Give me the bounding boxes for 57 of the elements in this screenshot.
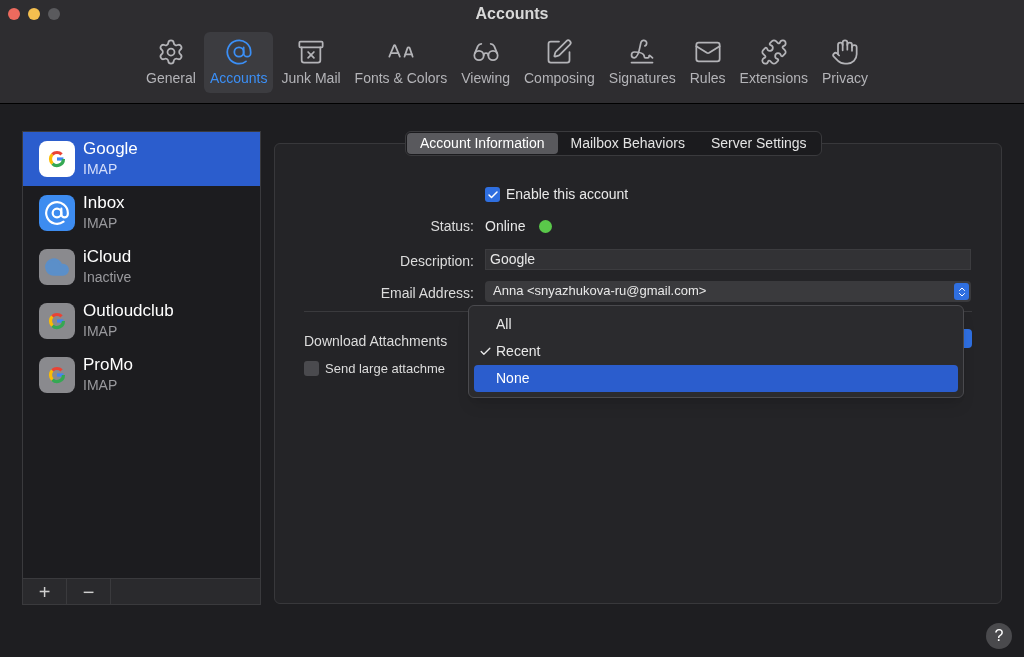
toolbar-tab[interactable]: Rules <box>683 32 732 93</box>
account-item[interactable]: Google IMAP <box>23 132 260 186</box>
segment-tab[interactable]: Server Settings <box>697 133 820 154</box>
puzzle-icon <box>759 36 788 68</box>
toolbar-tab[interactable]: Junk Mail <box>275 32 347 93</box>
help-button[interactable]: ? <box>986 623 1012 649</box>
account-type: IMAP <box>83 214 119 233</box>
field-label: Description: <box>400 252 474 271</box>
account-name: Inbox <box>83 193 125 213</box>
account-name: Google <box>83 139 138 159</box>
remove-account-button[interactable]: − <box>67 579 111 604</box>
description-field[interactable]: Google <box>485 249 971 270</box>
google-logo-icon <box>39 141 75 177</box>
popup-button-edge <box>964 329 972 348</box>
minimize-button[interactable] <box>28 8 40 20</box>
email-address-popup[interactable]: Anna <snyazhukova-ru@gmail.com> <box>485 281 971 302</box>
cloud-icon <box>39 249 75 285</box>
toolbar-tab[interactable]: Viewing <box>455 32 516 93</box>
field-label: Download Attachments <box>304 333 448 349</box>
checkmark-icon <box>478 345 492 358</box>
account-name: Outloudclub <box>83 301 174 321</box>
account-item[interactable]: Inbox IMAP <box>23 186 260 240</box>
toolbar-tab[interactable]: Signatures <box>602 32 682 93</box>
segment-tab[interactable]: Mailbox Behaviors <box>557 133 698 154</box>
field-label: Email Address: <box>380 284 474 303</box>
popup-arrows-icon <box>954 283 969 300</box>
account-type: IMAP <box>83 322 119 341</box>
add-account-button[interactable]: + <box>23 579 67 604</box>
menu-item[interactable]: All <box>474 311 958 338</box>
checkbox[interactable] <box>485 187 500 202</box>
account-item[interactable]: ProMo IMAP <box>23 348 260 402</box>
toolbar-tab[interactable]: Extensions <box>733 32 815 93</box>
account-name: iCloud <box>83 247 132 267</box>
close-button[interactable] <box>8 8 20 20</box>
google-logo-icon <box>39 303 75 339</box>
menu-item[interactable]: None <box>474 365 958 392</box>
account-type: Inactive <box>83 268 132 287</box>
checkbox-label: Enable this account <box>506 185 629 204</box>
checkbox-label: Send large attachme <box>325 360 445 378</box>
at-sign-icon <box>224 36 253 68</box>
status-text: Online <box>485 217 526 236</box>
window-title: Accounts <box>475 4 549 24</box>
toolbar-tab[interactable]: Composing <box>518 32 601 93</box>
toolbar-tab[interactable]: Privacy <box>816 32 874 93</box>
field-label: Status: <box>430 217 474 236</box>
account-name: ProMo <box>83 355 134 375</box>
account-item[interactable]: Outloudclub IMAP <box>23 294 260 348</box>
account-type: IMAP <box>83 160 119 179</box>
toolbar-tab[interactable]: Fonts & Colors <box>348 32 454 93</box>
account-type: IMAP <box>83 376 119 395</box>
menu-item[interactable]: Recent <box>474 338 958 365</box>
at-sign-icon <box>39 195 75 231</box>
segment-tab[interactable]: Account Information <box>407 133 558 154</box>
toolbar-tab[interactable]: General <box>140 32 202 93</box>
google-logo-icon <box>39 357 75 393</box>
account-item[interactable]: iCloud Inactive <box>23 240 260 294</box>
checkbox[interactable] <box>304 361 319 377</box>
